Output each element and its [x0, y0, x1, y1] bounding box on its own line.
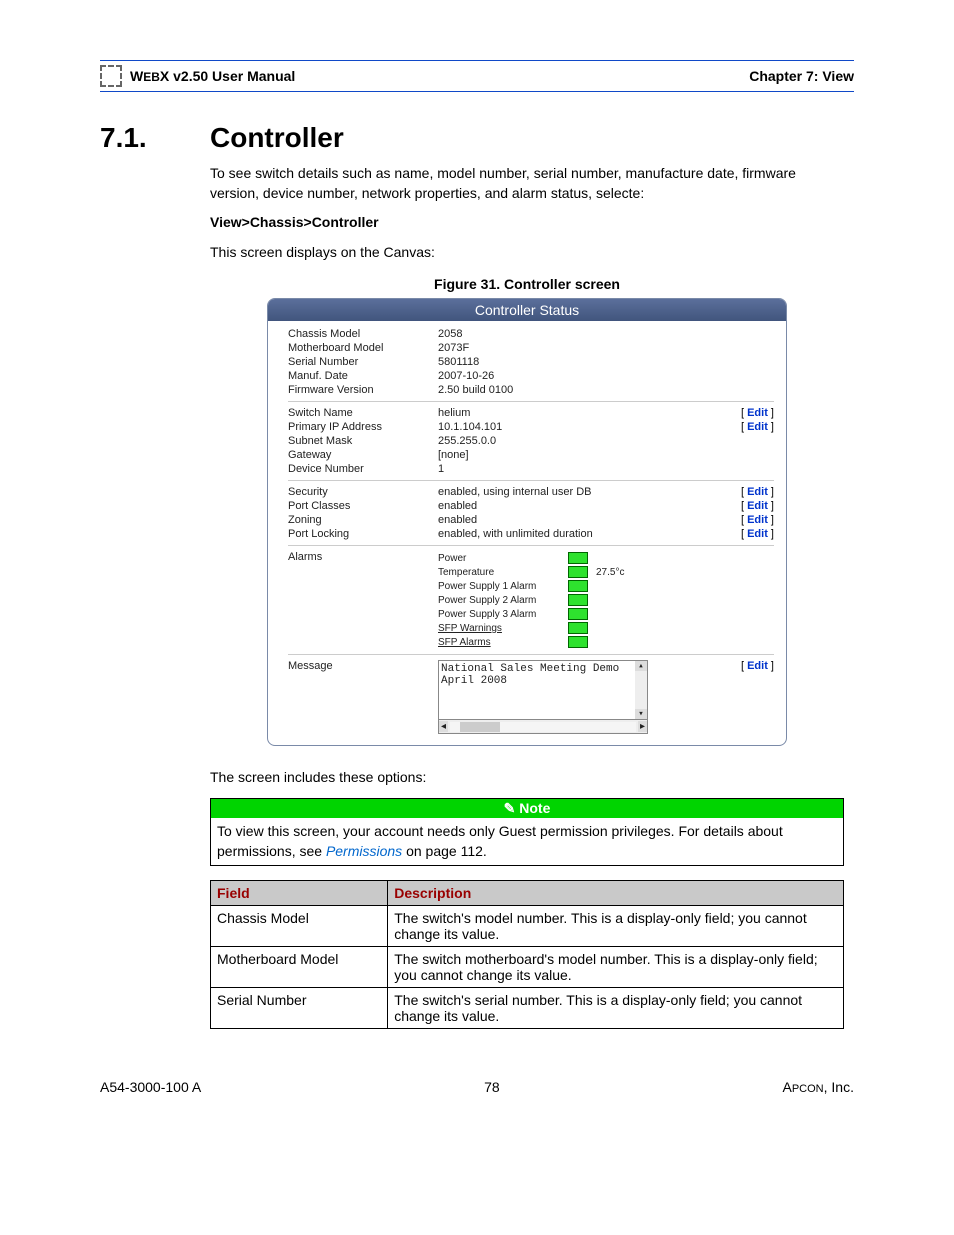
row-label: Switch Name [288, 407, 438, 419]
row-label: Device Number [288, 463, 438, 475]
note-icon: ✎ [504, 800, 520, 816]
field-desc: The switch motherboard's model number. T… [388, 947, 844, 988]
field-name: Chassis Model [211, 906, 388, 947]
company-name: APCON, Inc. [783, 1079, 854, 1095]
edit-link[interactable]: [ Edit ] [741, 660, 774, 672]
scrollbar-horizontal[interactable]: ◂ ▸ [438, 720, 648, 734]
message-textarea[interactable]: National Sales Meeting Demo April 2008 ▴… [438, 660, 648, 720]
note-title: Note [519, 800, 550, 816]
table-row: Motherboard Model The switch motherboard… [211, 947, 844, 988]
edit-link[interactable]: [ Edit ] [741, 514, 774, 526]
note-text: on page 112. [402, 843, 487, 859]
status-led-icon [568, 636, 588, 648]
note-box: ✎ Note To view this screen, your account… [210, 798, 844, 866]
nav-path: View>Chassis>Controller [210, 213, 844, 233]
row-label: Port Locking [288, 528, 438, 540]
section-number: 7.1. [100, 122, 210, 154]
row-label: Gateway [288, 449, 438, 461]
controller-status-panel: Controller Status Chassis Model2058 Moth… [267, 298, 787, 746]
alarm-extra: 27.5°c [596, 567, 624, 578]
field-desc: The switch's model number. This is a dis… [388, 906, 844, 947]
after-nav-text: This screen displays on the Canvas: [210, 243, 844, 263]
column-header-desc: Description [388, 881, 844, 906]
row-value: enabled, using internal user DB [438, 486, 741, 498]
page-number: 78 [484, 1079, 500, 1095]
row-label: Motherboard Model [288, 342, 438, 354]
alarm-name: Power Supply 1 Alarm [438, 581, 568, 592]
edit-link[interactable]: [ Edit ] [741, 486, 774, 498]
row-label: Manuf. Date [288, 370, 438, 382]
note-text: To view this screen, your account needs … [217, 823, 783, 859]
doc-id: A54-3000-100 A [100, 1079, 201, 1095]
row-value: enabled [438, 500, 741, 512]
alarm-name: Power Supply 3 Alarm [438, 609, 568, 620]
row-value: 255.255.0.0 [438, 435, 774, 447]
status-led-icon [568, 594, 588, 606]
row-label: Serial Number [288, 356, 438, 368]
chapter-label: Chapter 7: View [749, 68, 854, 84]
chip-icon [100, 65, 122, 87]
status-led-icon [568, 580, 588, 592]
row-value: helium [438, 407, 741, 419]
status-led-icon [568, 622, 588, 634]
alarm-name: Power Supply 2 Alarm [438, 595, 568, 606]
edit-link[interactable]: [ Edit ] [741, 528, 774, 540]
scroll-left-icon[interactable]: ◂ [439, 721, 448, 732]
status-led-icon [568, 608, 588, 620]
row-label: Firmware Version [288, 384, 438, 396]
manual-title: WEBX v2.50 User Manual [130, 68, 749, 84]
row-value: 2007-10-26 [438, 370, 774, 382]
message-label: Message [288, 660, 438, 672]
scroll-up-icon[interactable]: ▴ [635, 661, 647, 671]
alarm-name-link[interactable]: SFP Warnings [438, 623, 568, 634]
row-label: Zoning [288, 514, 438, 526]
row-value: 2058 [438, 328, 774, 340]
field-desc: The switch's serial number. This is a di… [388, 988, 844, 1029]
field-name: Serial Number [211, 988, 388, 1029]
edit-link[interactable]: [ Edit ] [741, 407, 774, 419]
row-label: Subnet Mask [288, 435, 438, 447]
alarm-name-link[interactable]: SFP Alarms [438, 637, 568, 648]
table-row: Chassis Model The switch's model number.… [211, 906, 844, 947]
after-figure-text: The screen includes these options: [210, 768, 844, 788]
row-value: enabled [438, 514, 741, 526]
row-value: enabled, with unlimited duration [438, 528, 741, 540]
scroll-down-icon[interactable]: ▾ [635, 709, 647, 719]
fields-table: Field Description Chassis Model The swit… [210, 880, 844, 1029]
section-title: Controller [210, 122, 344, 154]
row-value: 10.1.104.101 [438, 421, 741, 433]
column-header-field: Field [211, 881, 388, 906]
row-label: Chassis Model [288, 328, 438, 340]
scroll-right-icon[interactable]: ▸ [638, 721, 647, 732]
edit-link[interactable]: [ Edit ] [741, 500, 774, 512]
alarm-name: Power [438, 553, 568, 564]
status-led-icon [568, 552, 588, 564]
permissions-link[interactable]: Permissions [326, 843, 402, 859]
row-label: Port Classes [288, 500, 438, 512]
row-label: Primary IP Address [288, 421, 438, 433]
field-name: Motherboard Model [211, 947, 388, 988]
alarm-name: Temperature [438, 567, 568, 578]
table-row: Serial Number The switch's serial number… [211, 988, 844, 1029]
status-led-icon [568, 566, 588, 578]
edit-link[interactable]: [ Edit ] [741, 421, 774, 433]
row-value: 1 [438, 463, 774, 475]
row-label: Security [288, 486, 438, 498]
figure-caption: Figure 31. Controller screen [210, 276, 844, 292]
row-value: [none] [438, 449, 774, 461]
scrollbar-vertical[interactable]: ▴ ▾ [635, 661, 647, 719]
alarms-label: Alarms [288, 551, 438, 563]
intro-text: To see switch details such as name, mode… [210, 164, 844, 203]
panel-title: Controller Status [268, 299, 786, 321]
row-value: 5801118 [438, 356, 774, 368]
row-value: 2.50 build 0100 [438, 384, 774, 396]
row-value: 2073F [438, 342, 774, 354]
